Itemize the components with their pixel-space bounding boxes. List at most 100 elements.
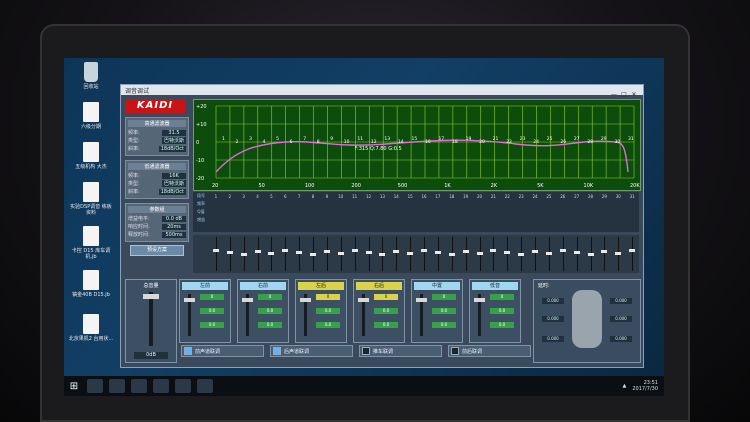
slider-knob[interactable] [573,251,580,254]
slider-knob[interactable] [504,251,511,254]
slider-knob[interactable] [587,253,594,256]
band-marker[interactable]: 15 [411,136,417,142]
delay-front-right-input[interactable]: 0.000 [610,298,632,304]
band-number-cell[interactable]: 13 [376,194,390,199]
channel-value-field[interactable]: 0 [432,294,456,300]
slider-knob[interactable] [310,253,317,256]
band-number-cell[interactable]: 17 [431,194,445,199]
band-marker[interactable]: 8 [317,139,320,145]
delay-mid-left-input[interactable]: 0.000 [542,316,564,322]
channel-value-field[interactable]: 0.0 [374,322,398,328]
band-slider[interactable] [584,235,598,273]
band-number-cell[interactable]: 26 [556,194,570,199]
band-slider[interactable] [514,235,528,273]
slider-track[interactable] [215,237,217,271]
band-marker[interactable]: 6 [290,139,293,145]
slider-knob[interactable] [226,251,233,254]
taskbar-store-icon[interactable] [153,379,169,393]
channel-value-field[interactable]: 0 [374,294,398,300]
slider-knob[interactable] [490,249,497,252]
band-marker[interactable]: 1 [222,136,225,142]
slider-track[interactable] [299,237,301,271]
desktop-icon-file[interactable]: 北京果机2 台用状... [68,314,114,342]
band-number-cell[interactable]: 1 [209,194,223,199]
desktop-icon-file[interactable]: 卡控 D15 库车调机.jb [68,226,114,260]
band-number-cell[interactable]: 6 [278,194,292,199]
channel-name-button[interactable]: 右后 [356,282,402,290]
band-number-cell[interactable]: 12 [362,194,376,199]
band-slider[interactable] [389,235,403,273]
clock[interactable]: 23:51 2017/7/30 [632,380,658,392]
band-marker[interactable]: 23 [520,136,526,142]
band-marker[interactable]: 10 [344,139,350,145]
channel-name-button[interactable]: 中置 [414,282,460,290]
band-number-cell[interactable]: 27 [570,194,584,199]
channel-value-field[interactable]: 0 [258,294,282,300]
slider-knob[interactable] [351,249,358,252]
front-rear-link-checkbox[interactable]: 前后联调 [448,345,531,357]
title-bar[interactable]: 调音调试 — □ ✕ [121,85,643,98]
band-slider[interactable] [500,235,514,273]
band-slider[interactable] [320,235,334,273]
desktop-icon-file[interactable]: 五级机构 大杰 [68,142,114,170]
band-marker[interactable]: 16 [425,139,431,145]
taskbar-app-icon[interactable] [175,379,191,393]
band-number-cell[interactable]: 14 [389,194,403,199]
checkbox-box[interactable] [273,347,281,355]
channel-value-field[interactable]: 0.0 [316,322,340,328]
band-number-cell[interactable]: 3 [237,194,251,199]
band-slider[interactable] [459,235,473,273]
taskbar-app-icon[interactable] [197,379,213,393]
slider-knob[interactable] [407,252,414,255]
band-number-cell[interactable]: 9 [320,194,334,199]
slider-knob[interactable] [629,249,636,252]
slider-knob[interactable] [462,250,469,253]
band-number-cell[interactable]: 30 [611,194,625,199]
band-slider[interactable] [306,235,320,273]
band-marker[interactable]: 26 [560,139,566,145]
band-slider[interactable] [556,235,570,273]
band-slider[interactable] [570,235,584,273]
slider-track[interactable] [493,237,495,271]
band-number-cell[interactable]: 7 [292,194,306,199]
hp-frequency-input[interactable]: 31.5 [162,129,186,136]
master-volume-value[interactable]: 0dB [134,352,168,359]
slider-track[interactable] [604,237,606,271]
channel-name-button[interactable]: 右前 [240,282,286,290]
channel-name-button[interactable]: 左后 [298,282,344,290]
slider-track[interactable] [326,237,328,271]
slider-knob[interactable] [532,250,539,253]
channel-fader-knob[interactable] [300,298,311,302]
band-marker[interactable]: 12 [371,139,377,145]
delay-front-left-input[interactable]: 0.000 [542,298,564,304]
band-slider[interactable] [598,235,612,273]
delay-mid-right-input[interactable]: 0.000 [610,316,632,322]
band-marker[interactable]: 24 [533,139,539,145]
channel-value-field[interactable]: 0.0 [200,308,224,314]
cart-link-checkbox[interactable]: 推车联调 [359,345,442,357]
slider-knob[interactable] [615,252,622,255]
channel-value-field[interactable]: 0.0 [432,322,456,328]
lp-slope-select[interactable]: 18dB/Oct [158,188,186,195]
band-slider[interactable] [362,235,376,273]
slider-knob[interactable] [379,253,386,256]
band-number-cell[interactable]: 16 [417,194,431,199]
master-volume-knob[interactable] [143,294,159,299]
start-button[interactable]: ⊞ [64,376,84,396]
band-number-cell[interactable]: 19 [459,194,473,199]
band-marker[interactable]: 29 [601,136,607,142]
band-slider[interactable] [625,235,639,273]
desktop-icon-file[interactable]: 六级分期 [68,102,114,130]
band-slider[interactable] [265,235,279,273]
slider-track[interactable] [257,237,259,271]
band-marker[interactable]: 27 [574,136,580,142]
slider-knob[interactable] [559,249,566,252]
rear-link-checkbox[interactable]: 后声道联调 [270,345,353,357]
slider-track[interactable] [285,237,287,271]
gain-input[interactable]: 0.0 dB [162,215,186,222]
band-slider[interactable] [445,235,459,273]
band-marker[interactable]: 5 [276,136,279,142]
band-slider[interactable] [417,235,431,273]
band-slider[interactable] [542,235,556,273]
slider-knob[interactable] [323,250,330,253]
